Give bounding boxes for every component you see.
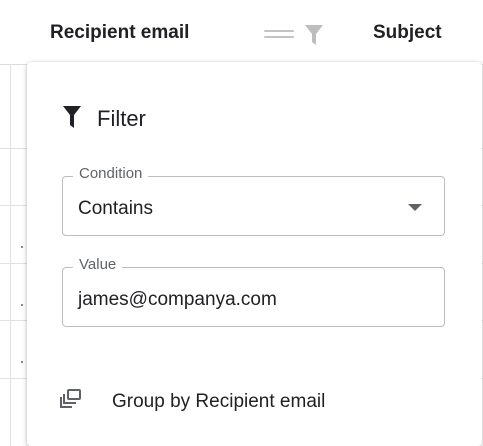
table-grid-line: [10, 64, 11, 446]
group-by-option[interactable]: Group by Recipient email: [60, 389, 325, 414]
drag-handle-icon[interactable]: [264, 30, 294, 42]
filter-funnel-icon[interactable]: [304, 24, 324, 51]
condition-value: Contains: [78, 198, 153, 219]
table-cell-fragment: [21, 361, 23, 363]
column-header-subject[interactable]: Subject: [373, 22, 442, 44]
value-field[interactable]: Value james@companya.com: [62, 256, 445, 327]
condition-select[interactable]: Condition Contains: [62, 165, 445, 236]
value-input-text[interactable]: james@companya.com: [78, 289, 277, 311]
table-cell-fragment: [21, 304, 23, 306]
value-label: Value: [73, 256, 123, 273]
table-header: Recipient email Subject: [0, 0, 483, 65]
filter-funnel-icon: [63, 105, 81, 133]
filter-popup-title: Filter: [97, 106, 146, 131]
column-header-recipient-email[interactable]: Recipient email: [50, 22, 189, 44]
condition-label: Condition: [73, 165, 149, 182]
filter-popup-header: Filter: [63, 104, 146, 134]
table-cell-fragment: [21, 246, 23, 248]
group-by-icon: [60, 389, 82, 414]
filter-popup: Filter Condition Contains Value james@co…: [27, 62, 482, 446]
group-by-label: Group by Recipient email: [112, 390, 326, 412]
arrow-drop-down-icon[interactable]: [408, 204, 422, 211]
